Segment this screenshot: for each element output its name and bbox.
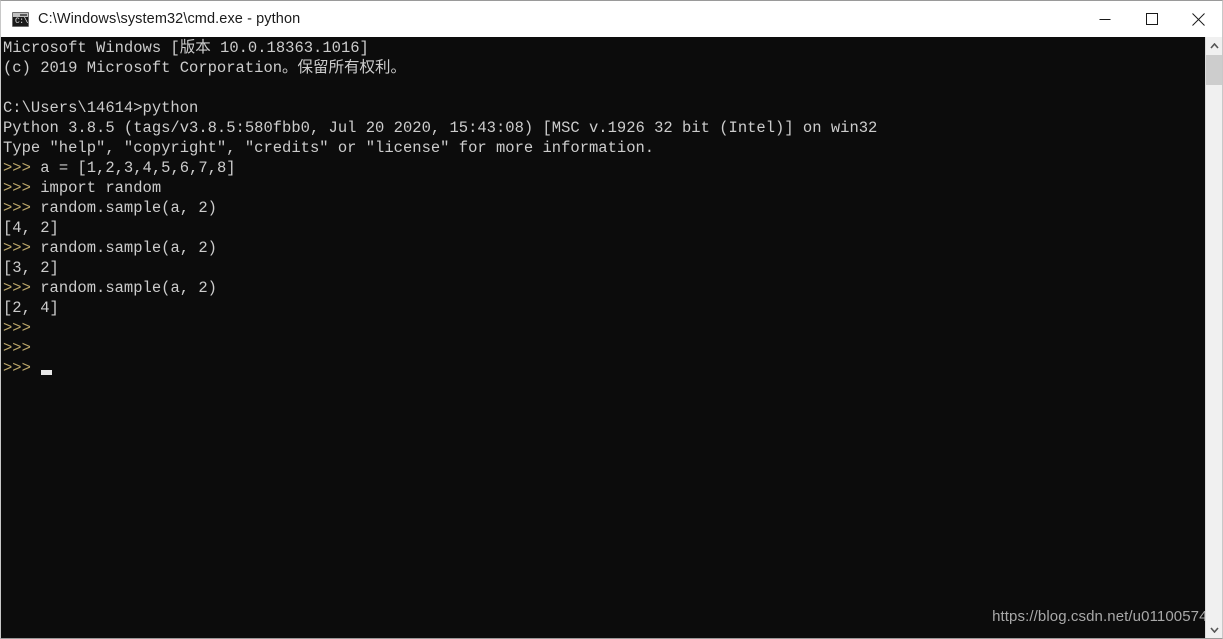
console-line-text: random.sample(a, 2)	[40, 239, 217, 257]
window-controls	[1081, 1, 1222, 37]
console-output-line: C:\Users\14614>python	[3, 98, 1193, 118]
console-output-line: (c) 2019 Microsoft Corporation。保留所有权利。	[3, 58, 1193, 78]
cmd-console-icon[interactable]: C:\	[12, 11, 29, 27]
console-line-text: Microsoft Windows [版本 10.0.18363.1016]	[3, 39, 369, 57]
text-cursor	[41, 370, 52, 375]
title-bar[interactable]: C:\ C:\Windows\system32\cmd.exe - python	[1, 1, 1222, 37]
console-line-text: import random	[40, 179, 162, 197]
console-command-line: >>> import random	[3, 178, 1193, 198]
minimize-button[interactable]	[1081, 1, 1128, 37]
maximize-button[interactable]	[1128, 1, 1175, 37]
console-command-line: >>>	[3, 338, 1193, 358]
console-output-line: [2, 4]	[3, 298, 1193, 318]
console-line-text: [3, 2]	[3, 259, 59, 277]
chevron-up-icon	[1209, 42, 1219, 49]
chevron-down-icon	[1209, 626, 1219, 633]
close-icon	[1192, 12, 1205, 26]
python-prompt: >>>	[3, 179, 41, 197]
console-output-line: Python 3.8.5 (tags/v3.8.5:580fbb0, Jul 2…	[3, 118, 1193, 138]
console-output-line: [4, 2]	[3, 218, 1193, 238]
console-output-line: [3, 2]	[3, 258, 1193, 278]
console-line-text: C:\Users\14614>python	[3, 99, 199, 117]
scroll-up-arrow[interactable]	[1206, 37, 1222, 54]
console-line-text: random.sample(a, 2)	[40, 279, 217, 297]
scroll-down-arrow[interactable]	[1206, 621, 1222, 638]
python-prompt: >>>	[3, 319, 41, 337]
console-command-line: >>>	[3, 358, 1193, 378]
python-prompt: >>>	[3, 159, 41, 177]
console-output-line: Type "help", "copyright", "credits" or "…	[3, 138, 1193, 158]
maximize-icon	[1145, 13, 1158, 25]
console-line-text: a = [1,2,3,4,5,6,7,8]	[40, 159, 236, 177]
window-title: C:\Windows\system32\cmd.exe - python	[38, 11, 301, 27]
python-prompt: >>>	[3, 359, 41, 377]
icon-prompt-text: C:\	[15, 16, 28, 26]
console-output-line: Microsoft Windows [版本 10.0.18363.1016]	[3, 38, 1193, 58]
python-prompt: >>>	[3, 339, 41, 357]
console-line-text: (c) 2019 Microsoft Corporation。保留所有权利。	[3, 59, 407, 77]
vertical-scrollbar[interactable]	[1205, 37, 1222, 638]
watermark-url: https://blog.csdn.net/u011005745	[992, 608, 1216, 625]
close-button[interactable]	[1175, 1, 1222, 37]
console-text: Microsoft Windows [版本 10.0.18363.1016] (c…	[3, 38, 1193, 378]
console-line-text: [4, 2]	[3, 219, 59, 237]
console-command-line: >>> a = [1,2,3,4,5,6,7,8]	[3, 158, 1193, 178]
scroll-thumb[interactable]	[1206, 55, 1222, 85]
cmd-window: C:\ C:\Windows\system32\cmd.exe - python	[0, 0, 1223, 639]
console-line-text: Python 3.8.5 (tags/v3.8.5:580fbb0, Jul 2…	[3, 119, 878, 137]
console-line-text: random.sample(a, 2)	[40, 199, 217, 217]
console-command-line: >>> random.sample(a, 2)	[3, 198, 1193, 218]
console-line-text: Type "help", "copyright", "credits" or "…	[3, 139, 655, 157]
console-output-area[interactable]: Microsoft Windows [版本 10.0.18363.1016] (c…	[1, 37, 1222, 638]
python-prompt: >>>	[3, 199, 41, 217]
console-command-line: >>> random.sample(a, 2)	[3, 238, 1193, 258]
python-prompt: >>>	[3, 239, 41, 257]
python-prompt: >>>	[3, 279, 41, 297]
console-command-line: >>> random.sample(a, 2)	[3, 278, 1193, 298]
minimize-icon	[1099, 19, 1110, 20]
console-command-line: >>>	[3, 318, 1193, 338]
console-line-text: [2, 4]	[3, 299, 59, 317]
